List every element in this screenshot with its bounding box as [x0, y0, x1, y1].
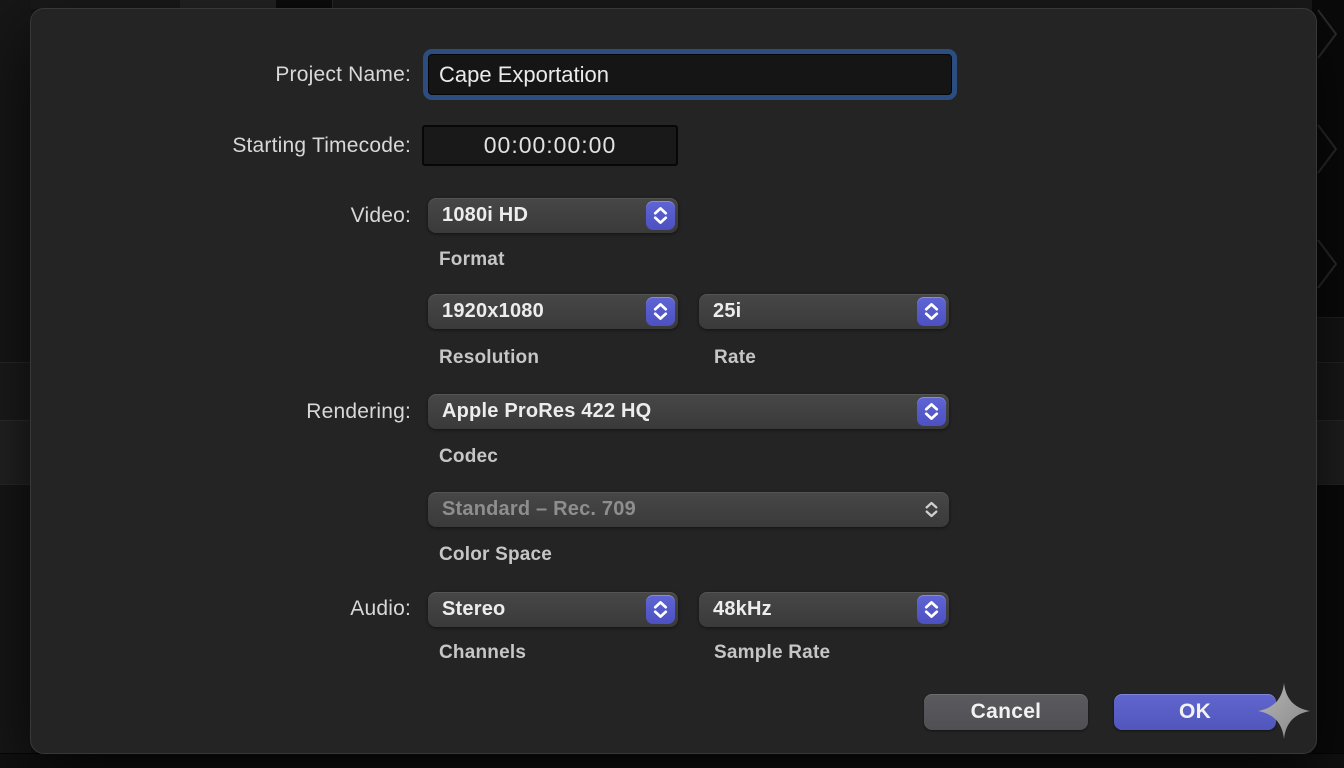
video-format-dropdown[interactable]: 1080i HD — [428, 198, 678, 233]
background-list-row — [0, 362, 31, 421]
audio-channels-value: Stereo — [428, 598, 678, 621]
sample-rate-caption: Sample Rate — [714, 642, 830, 663]
project-name-field-focus-ring — [423, 49, 957, 100]
chevron-right-icon — [1316, 8, 1340, 60]
video-rate-value: 25i — [699, 300, 949, 323]
codec-caption: Codec — [439, 446, 498, 467]
video-resolution-value: 1920x1080 — [428, 300, 678, 323]
starting-timecode-field[interactable]: 00:00:00:00 — [422, 125, 678, 166]
rendering-label: Rendering: — [306, 399, 411, 425]
video-format-value: 1080i HD — [428, 204, 678, 227]
chevron-right-icon — [1316, 123, 1340, 175]
audio-channels-dropdown[interactable]: Stereo — [428, 592, 678, 627]
rendering-color-space-dropdown: Standard – Rec. 709 — [428, 492, 949, 527]
background-list-row — [0, 420, 31, 485]
audio-sample-rate-value: 48kHz — [699, 598, 949, 621]
starting-timecode-label: Starting Timecode: — [232, 133, 411, 159]
chevron-up-down-icon — [917, 595, 946, 624]
project-name-input[interactable] — [428, 54, 952, 95]
chevron-up-down-icon — [646, 297, 675, 326]
chevron-up-down-icon — [917, 397, 946, 426]
color-space-caption: Color Space — [439, 544, 552, 565]
chevron-right-icon — [1316, 238, 1340, 290]
audio-label: Audio: — [350, 596, 411, 622]
channels-caption: Channels — [439, 642, 526, 663]
rate-caption: Rate — [714, 347, 756, 368]
rendering-codec-dropdown[interactable]: Apple ProRes 422 HQ — [428, 394, 949, 429]
ok-button[interactable]: OK — [1114, 694, 1276, 730]
cancel-button[interactable]: Cancel — [924, 694, 1088, 730]
starting-timecode-value: 00:00:00:00 — [484, 132, 617, 159]
chevron-up-down-icon — [646, 201, 675, 230]
chevron-up-down-icon — [917, 297, 946, 326]
rendering-codec-value: Apple ProRes 422 HQ — [428, 400, 949, 423]
resolution-caption: Resolution — [439, 347, 539, 368]
video-resolution-dropdown[interactable]: 1920x1080 — [428, 294, 678, 329]
rendering-color-space-value: Standard – Rec. 709 — [428, 498, 949, 521]
chevron-up-down-icon — [646, 595, 675, 624]
format-caption: Format — [439, 249, 505, 270]
project-name-label: Project Name: — [275, 62, 411, 88]
fcp-new-project-screen: Project Name: Starting Timecode: 00:00:0… — [0, 0, 1344, 768]
new-project-dialog: Project Name: Starting Timecode: 00:00:0… — [30, 8, 1317, 754]
chevron-up-down-icon — [917, 495, 946, 524]
video-label: Video: — [351, 203, 411, 229]
audio-sample-rate-dropdown[interactable]: 48kHz — [699, 592, 949, 627]
background-bottom-bar — [0, 753, 1344, 768]
video-rate-dropdown[interactable]: 25i — [699, 294, 949, 329]
